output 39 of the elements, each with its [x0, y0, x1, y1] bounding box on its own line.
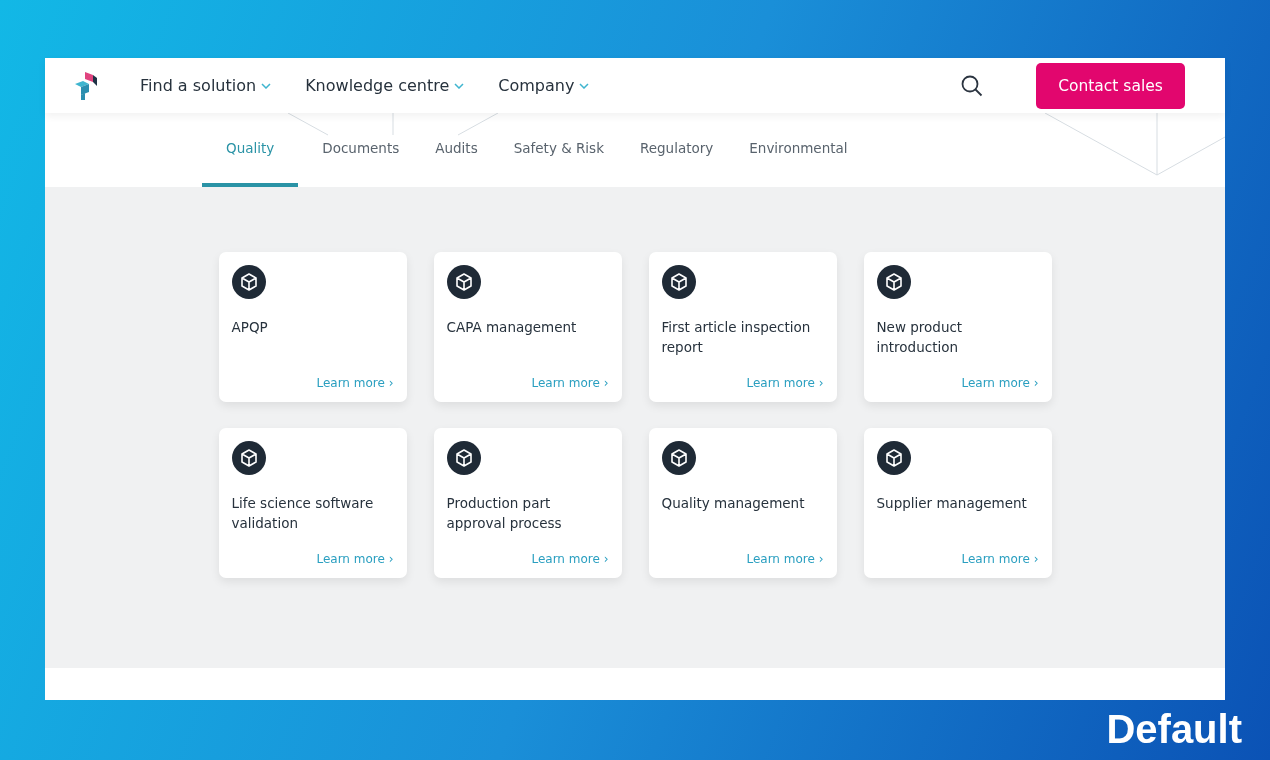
category-tab[interactable]: Environmental — [737, 113, 860, 187]
solution-card[interactable]: APQP Learn more › — [218, 252, 407, 402]
chevron-down-icon — [261, 82, 272, 89]
chevron-down-icon — [454, 82, 465, 89]
solution-card[interactable]: Supplier management Learn more › — [863, 428, 1052, 578]
nav-menu[interactable]: Company — [498, 76, 590, 95]
chevron-down-icon — [579, 82, 590, 89]
cube-icon — [661, 441, 696, 475]
category-tab[interactable]: Safety & Risk — [501, 113, 616, 187]
category-tab[interactable]: Audits — [423, 113, 490, 187]
cube-icon — [446, 441, 481, 475]
card-title: Life science software validation — [231, 494, 375, 533]
contact-sales-button[interactable]: Contact sales — [1036, 62, 1185, 109]
search-icon[interactable] — [960, 73, 984, 98]
cube-icon — [231, 265, 266, 299]
solution-card[interactable]: First article inspection report Learn more › — [648, 252, 837, 402]
logo-icon — [75, 71, 97, 100]
card-title: CAPA management — [446, 318, 578, 337]
category-tab[interactable]: Documents — [310, 113, 412, 187]
card-title: First article inspection report — [661, 318, 812, 357]
cube-icon — [231, 441, 266, 475]
nav-menu[interactable]: Knowledge centre — [305, 76, 465, 95]
caption-label: Default — [1106, 707, 1242, 752]
cube-icon — [876, 265, 911, 299]
card-title: Quality management — [661, 494, 806, 513]
nav-menu[interactable]: Find a solution — [140, 76, 272, 95]
solution-card[interactable]: Production part approval process Learn more › — [433, 428, 622, 578]
cube-icon — [661, 265, 696, 299]
solution-card[interactable]: Quality management Learn more › — [648, 428, 837, 578]
cube-icon — [876, 441, 911, 475]
card-title: Production part approval process — [446, 494, 563, 533]
category-tab[interactable]: Regulatory — [627, 113, 726, 187]
card-title: Supplier management — [876, 494, 1028, 513]
card-title: New product introduction — [876, 318, 964, 357]
cube-icon — [446, 265, 481, 299]
solution-card[interactable]: Life science software validation Learn more › — [218, 428, 407, 578]
solution-card[interactable]: CAPA management Learn more › — [433, 252, 622, 402]
solution-card[interactable]: New product introduction Learn more › — [863, 252, 1052, 402]
card-title: APQP — [231, 318, 269, 337]
